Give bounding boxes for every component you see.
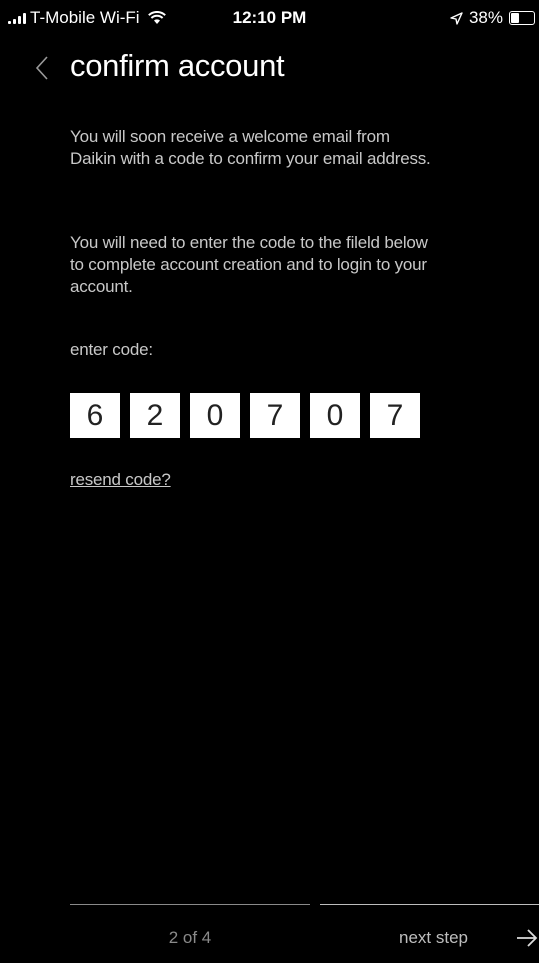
code-digit-5[interactable]: 0 — [310, 393, 360, 438]
status-bar: T-Mobile Wi-Fi 12:10 PM 38% — [0, 0, 539, 40]
step-indicator: 2 of 4 — [168, 928, 212, 947]
code-digit-4[interactable]: 7 — [250, 393, 300, 438]
code-digit-1[interactable]: 6 — [70, 393, 120, 438]
battery-percent: 38% — [468, 8, 503, 27]
code-input-group: 6 2 0 7 0 7 — [70, 393, 420, 438]
chevron-left-icon — [35, 56, 48, 80]
welcome-email-paragraph: You will soon receive a welcome email fr… — [70, 127, 431, 168]
battery-fill — [511, 13, 519, 23]
next-step-divider — [320, 904, 539, 905]
location-arrow-icon — [450, 11, 463, 25]
code-digit-2[interactable]: 2 — [130, 393, 180, 438]
back-button[interactable] — [30, 52, 54, 84]
arrow-right-icon — [517, 929, 538, 947]
resend-code-link[interactable]: resend code? — [70, 470, 171, 490]
page-title: confirm account — [70, 48, 285, 83]
enter-code-instructions: You will need to enter the code to the f… — [70, 233, 428, 296]
step-divider — [70, 904, 310, 905]
code-digit-6[interactable]: 7 — [370, 393, 420, 438]
next-step-button[interactable]: next step — [320, 918, 539, 958]
code-label: enter code: — [70, 340, 153, 359]
status-right: 38% — [450, 8, 535, 28]
battery-icon — [509, 11, 535, 25]
next-step-label: next step — [399, 928, 468, 947]
code-digit-3[interactable]: 0 — [190, 393, 240, 438]
